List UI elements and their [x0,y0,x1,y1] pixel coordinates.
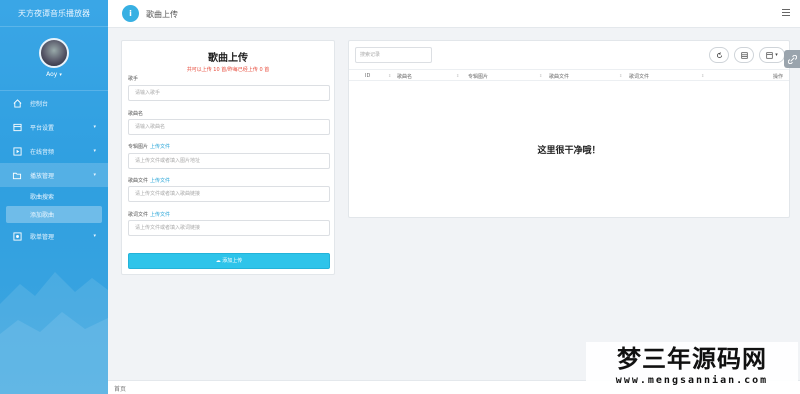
footer-home-link[interactable]: 首页 [114,384,126,393]
sidebar-subitem-label: 歌曲搜索 [30,194,55,201]
sidebar-item-platform-settings[interactable]: 平台设置 ▾ [0,115,108,139]
toggle-view-button[interactable] [734,47,754,63]
column-header-lyric-file[interactable]: 歌词文件 [629,73,649,80]
album-image-label: 专辑图片 上传文件 [128,144,171,150]
lyric-file-label: 歌词文件 上传文件 [128,212,171,218]
song-name-label: 歌曲名 [128,111,144,117]
upload-form-title: 歌曲上传 [208,53,248,64]
sidebar: 天方夜谭音乐播放器 Aoy ▾ 控制台 平台设置 ▾ 在线音频 ▾ 播放管理 ▾… [0,0,108,394]
lyric-file-upload-link[interactable]: 上传文件 [150,212,170,218]
sidebar-item-online-audio[interactable]: 在线音频 ▾ [0,139,108,163]
song-name-input[interactable]: 请输入歌曲名 [128,119,330,135]
song-file-upload-link[interactable]: 上传文件 [150,178,170,184]
sort-icon: ⇕ [701,73,705,78]
column-header-id[interactable]: ID [365,73,370,79]
table-icon [740,51,748,59]
columns-icon [766,51,773,59]
sort-icon: ⇕ [388,73,392,78]
refresh-icon [716,51,722,58]
cloud-upload-icon: ☁ [215,258,221,264]
sort-icon: ⇕ [539,73,543,78]
caret-down-icon: ▾ [59,72,62,78]
page-title: 歌曲上传 [146,10,178,19]
watermark: 梦三年源码网 www.mengsannian.com [586,342,798,394]
column-header-album-image[interactable]: 专辑图片 [468,73,488,80]
empty-state-message: 这里很干净哦！ [537,146,601,156]
singer-label: 歌手 [128,76,139,82]
lyric-file-input[interactable]: 请上传文件或者填入歌词链接 [128,220,330,236]
watermark-title: 梦三年源码网 [617,344,767,373]
column-header-song-name[interactable]: 歌曲名 [397,73,412,80]
mountain-background [0,272,108,394]
chevron-down-icon: ▾ [93,124,96,130]
user-menu[interactable]: Aoy ▾ [0,71,108,78]
menu-icon[interactable] [782,9,790,18]
page-info-badge: i [122,5,139,22]
app-title: 天方夜谭音乐播放器 [0,0,108,27]
song-file-label: 歌曲文件 上传文件 [128,178,171,184]
link-icon [787,54,797,64]
album-image-upload-link[interactable]: 上传文件 [150,144,170,150]
sidebar-item-label: 平台设置 [30,124,55,132]
submit-label: 添加上传 [222,258,243,264]
sidebar-item-label: 控制台 [30,100,49,108]
watermark-url: www.mengsannian.com [615,375,769,386]
sort-icon: ⇕ [456,73,460,78]
sidebar-item-playback-management[interactable]: 播放管理 ▾ [0,163,108,187]
settings-icon [12,122,22,132]
search-input[interactable]: 搜索记录 [355,47,432,63]
sidebar-subitem-song-search[interactable]: 歌曲搜索 [6,188,102,205]
floating-tool-button[interactable] [784,50,800,68]
singer-input[interactable]: 请输入歌手 [128,85,330,101]
sidebar-item-label: 在线音频 [30,148,55,156]
user-name: Aoy [46,71,58,78]
sidebar-item-label: 播放管理 [30,172,55,180]
song-file-input[interactable]: 请上传文件或者填入歌曲链接 [128,186,330,202]
album-image-input[interactable]: 请上传文件或者填入图片地址 [128,153,330,169]
column-header-actions: 操作 [773,74,784,80]
column-header-song-file[interactable]: 歌曲文件 [549,73,569,80]
columns-dropdown-button[interactable]: ▾ [759,47,785,63]
sort-icon: ⇕ [619,73,623,78]
avatar[interactable] [39,38,69,68]
submit-upload-button[interactable]: ☁ 添加上传 [128,253,330,269]
sidebar-item-console[interactable]: 控制台 [0,91,108,115]
table-header: ID ⇕ 歌曲名 ⇕ 专辑图片 ⇕ 歌曲文件 ⇕ 歌词文件 ⇕ 操作 [349,69,789,81]
chevron-down-icon: ▾ [93,148,96,154]
home-icon [12,98,22,108]
audio-icon [12,146,22,156]
chevron-down-icon: ▾ [93,172,96,178]
records-table-card: 搜索记录 ▾ ID ⇕ 歌曲名 ⇕ 专辑图片 ⇕ 歌曲文件 ⇕ 歌词文件 ⇕ 操… [348,40,790,218]
sidebar-subitem-label: 添加歌曲 [30,212,55,219]
chevron-down-icon: ▾ [775,52,778,58]
upload-form-card: 歌曲上传 共可以上传 10 首/昨每已经上传 0 首 歌手 请输入歌手 歌曲名 … [121,40,335,275]
upload-quota-hint: 共可以上传 10 首/昨每已经上传 0 首 [186,67,270,73]
folder-icon [12,170,22,180]
sidebar-subitem-add-song[interactable]: 添加歌曲 [6,206,102,223]
topbar: i 歌曲上传 [108,0,800,28]
refresh-button[interactable] [709,47,729,63]
